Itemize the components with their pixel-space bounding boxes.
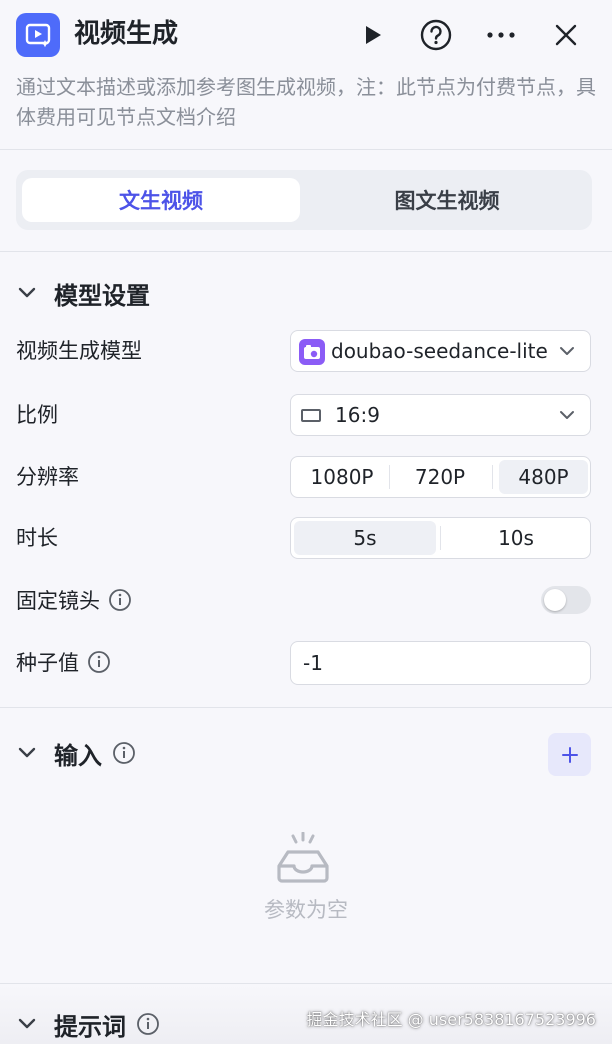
chevron-down-icon bbox=[16, 1013, 38, 1035]
section-prompt[interactable]: 提示词 bbox=[16, 1006, 160, 1042]
play-icon[interactable] bbox=[354, 17, 390, 53]
divider bbox=[0, 983, 612, 984]
tab-text-to-video[interactable]: 文生视频 bbox=[22, 178, 300, 222]
model-select[interactable]: doubao-seedance-lite bbox=[290, 330, 591, 372]
aspect-ratio-icon bbox=[301, 409, 321, 422]
resolution-option-1080p[interactable]: 1080P bbox=[295, 457, 389, 497]
info-icon[interactable] bbox=[87, 650, 111, 674]
seed-text: 种子值 bbox=[16, 651, 79, 675]
close-icon[interactable] bbox=[548, 17, 584, 53]
video-generate-icon bbox=[16, 13, 60, 57]
add-input-button[interactable] bbox=[548, 733, 591, 776]
section-label: 提示词 bbox=[54, 1012, 126, 1041]
seed-input[interactable]: -1 bbox=[290, 641, 591, 685]
section-label: 输入 bbox=[54, 741, 102, 770]
tab-image-text-to-video[interactable]: 图文生视频 bbox=[308, 178, 586, 222]
divider bbox=[492, 465, 493, 489]
help-icon[interactable] bbox=[418, 17, 454, 53]
ratio-value: 16:9 bbox=[335, 403, 380, 427]
fixed-camera-text: 固定镜头 bbox=[16, 589, 100, 613]
duration-option-10s[interactable]: 10s bbox=[443, 518, 589, 558]
ratio-select[interactable]: 16:9 bbox=[290, 394, 591, 436]
divider bbox=[440, 526, 441, 550]
fixed-camera-label: 固定镜头 bbox=[16, 580, 132, 620]
plus-icon bbox=[561, 746, 578, 763]
info-icon[interactable] bbox=[108, 588, 132, 612]
divider bbox=[389, 465, 390, 489]
empty-state-text: 参数为空 bbox=[264, 898, 348, 922]
chevron-down-icon bbox=[558, 342, 576, 360]
toggle-knob bbox=[544, 589, 566, 611]
model-icon bbox=[299, 339, 325, 365]
node-header: 视频生成 bbox=[0, 0, 612, 70]
node-description: 通过文本描述或添加参考图生成视频，注：此节点为付费节点，具体费用可见节点文档介绍 bbox=[16, 75, 596, 129]
chevron-down-icon bbox=[16, 742, 38, 764]
seed-value: -1 bbox=[303, 651, 323, 675]
seed-label: 种子值 bbox=[16, 642, 111, 682]
divider bbox=[0, 149, 612, 150]
resolution-segmented: 1080P 720P 480P bbox=[290, 456, 591, 498]
model-value: doubao-seedance-lite bbox=[331, 339, 548, 363]
duration-option-5s[interactable]: 5s bbox=[294, 521, 436, 555]
model-label: 视频生成模型 bbox=[16, 339, 142, 363]
section-input[interactable]: 输入 bbox=[16, 735, 136, 771]
section-model-settings[interactable]: 模型设置 bbox=[16, 275, 150, 311]
mode-tabs: 文生视频 图文生视频 bbox=[16, 170, 592, 230]
resolution-option-480p[interactable]: 480P bbox=[499, 460, 588, 494]
duration-label: 时长 bbox=[16, 526, 58, 550]
more-icon[interactable] bbox=[483, 17, 519, 53]
node-title: 视频生成 bbox=[74, 19, 179, 49]
ratio-label: 比例 bbox=[16, 403, 58, 427]
resolution-option-720p[interactable]: 720P bbox=[391, 457, 489, 497]
duration-segmented: 5s 10s bbox=[290, 517, 591, 559]
fixed-camera-toggle[interactable] bbox=[541, 586, 591, 614]
empty-inbox-icon bbox=[276, 831, 330, 884]
divider bbox=[0, 707, 612, 708]
info-icon[interactable] bbox=[136, 1012, 160, 1036]
section-label: 模型设置 bbox=[54, 281, 150, 310]
watermark: 掘金技术社区 @ user5838167523996 bbox=[306, 1010, 596, 1029]
chevron-down-icon bbox=[16, 282, 38, 304]
resolution-label: 分辨率 bbox=[16, 465, 79, 489]
chevron-down-icon bbox=[558, 406, 576, 424]
divider bbox=[0, 251, 612, 252]
info-icon[interactable] bbox=[112, 741, 136, 765]
